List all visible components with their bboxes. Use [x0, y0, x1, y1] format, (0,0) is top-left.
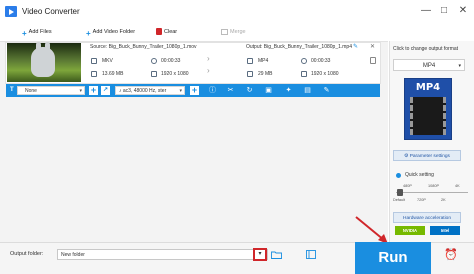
hardware-acceleration-button[interactable]: Hardware acceleration: [393, 212, 461, 223]
output-format-value: MP4: [422, 63, 436, 69]
subtitle-value: None: [25, 88, 37, 94]
output-filename: Output: Big_Buck_Bunny_Trailer_1080p_1.m…: [246, 44, 352, 50]
output-folder-dropdown[interactable]: ▾: [253, 248, 267, 261]
format-hint: Click to change output format: [393, 46, 459, 52]
minimize-icon[interactable]: —: [418, 4, 434, 18]
output-resolution: 1920 x 1080: [311, 71, 339, 77]
output-format: MP4: [258, 58, 269, 64]
rename-icon[interactable]: ✎: [353, 43, 358, 50]
tick-label: 1080P: [428, 184, 439, 188]
watermark-icon[interactable]: ▤: [303, 86, 312, 95]
app-logo-icon: [5, 6, 17, 17]
format-icon: [91, 58, 97, 64]
tick-label: 4K: [455, 184, 460, 188]
quality-slider[interactable]: [396, 192, 468, 194]
source-resolution: 1920 x 1080: [161, 71, 189, 77]
tick-label: 720P: [417, 198, 426, 202]
film-icon: [410, 97, 446, 135]
add-video-folder-button[interactable]: + Add Video Folder: [86, 27, 135, 38]
add-icon: +: [22, 29, 27, 39]
output-folder-value: New folder: [61, 252, 85, 258]
quick-setting-icon: [396, 173, 401, 178]
output-duration: 00:00:33: [311, 58, 331, 64]
output-folder-label: Output folder:: [10, 251, 44, 257]
subtitle-dropdown[interactable]: None ▾: [17, 86, 85, 95]
clear-button[interactable]: Clear: [156, 27, 177, 38]
clock-icon: [151, 58, 157, 64]
add-icon: +: [86, 29, 91, 39]
add-files-button[interactable]: + Add Files: [22, 27, 52, 38]
add-files-label: Add Files: [28, 29, 52, 35]
tick-label: Default: [393, 198, 406, 202]
source-filename: Source: Big_Buck_Bunny_Trailer_1080p_1.m…: [90, 44, 197, 50]
edit-icon[interactable]: ✎: [322, 86, 331, 95]
quality-slider-handle[interactable]: [397, 189, 403, 196]
tick-label: 2K: [441, 198, 446, 202]
info-icon[interactable]: ⓘ: [208, 86, 217, 95]
output-size: 29 MB: [258, 71, 273, 77]
format-icon: [247, 58, 253, 64]
add-subtitle-button[interactable]: +: [89, 86, 98, 95]
merge-icon: [221, 28, 228, 35]
resolution-icon: [301, 71, 307, 77]
hardware-acceleration-label: Hardware acceleration: [403, 216, 451, 221]
trash-icon: [156, 28, 162, 36]
source-format: MKV: [102, 58, 113, 64]
chevron-down-icon: ▾: [179, 88, 182, 94]
output-format-selector[interactable]: MP4 ▾: [393, 59, 465, 71]
tick-label: 480P: [403, 184, 412, 188]
merge-button[interactable]: Merge: [221, 27, 246, 38]
chevron-down-icon: ▾: [258, 251, 262, 257]
resolution-icon: [151, 71, 157, 77]
close-icon[interactable]: ✕: [455, 4, 471, 18]
export-subtitle-icon[interactable]: ↗: [101, 86, 110, 95]
alarm-clock-icon[interactable]: ⏰: [444, 248, 458, 262]
source-duration: 00:00:33: [161, 58, 181, 64]
run-button[interactable]: Run: [355, 242, 431, 274]
effects-icon[interactable]: ✦: [284, 86, 293, 95]
audio-track-dropdown[interactable]: ♪ ac3, 48000 Hz, ster ▾: [115, 86, 185, 95]
maximize-icon[interactable]: □: [436, 4, 452, 18]
chevron-down-icon: ▾: [458, 63, 461, 69]
source-size: 13.69 MB: [102, 71, 124, 77]
preview-icon[interactable]: [306, 250, 316, 259]
merge-label: Merge: [230, 29, 246, 35]
size-icon: [247, 71, 253, 77]
nvidia-badge: NVIDIA: [395, 226, 425, 235]
rotate-icon[interactable]: ↻: [245, 86, 254, 95]
quick-setting-label: Quick setting: [405, 172, 434, 178]
folder-icon[interactable]: [271, 251, 282, 259]
size-icon: [91, 71, 97, 77]
clock-icon: [301, 58, 307, 64]
settings-icon[interactable]: [370, 57, 376, 64]
audio-icon: ♪: [119, 88, 122, 94]
add-audio-button[interactable]: +: [190, 86, 199, 95]
trim-icon[interactable]: ▣: [264, 86, 273, 95]
thumbnail-graphic: [31, 47, 55, 77]
intel-badge: Intel: [430, 226, 460, 235]
add-video-folder-label: Add Video Folder: [92, 29, 136, 35]
audio-track-value: ac3, 48000 Hz, ster: [122, 88, 167, 94]
close-task-icon[interactable]: ✕: [370, 43, 375, 50]
crop-icon[interactable]: ✂: [226, 86, 235, 95]
convert-arrow-icon: ›: [207, 54, 210, 63]
chevron-down-icon: ▾: [79, 88, 82, 94]
parameter-settings-button[interactable]: ⚙ Parameter settings: [393, 150, 461, 161]
convert-arrow-icon: ›: [207, 66, 210, 75]
parameter-settings-label: Parameter settings: [409, 154, 450, 159]
output-folder-field[interactable]: New folder: [57, 249, 268, 260]
format-thumbnail-label: MP4: [415, 82, 441, 93]
clear-label: Clear: [164, 29, 178, 35]
subtitle-icon: T: [10, 87, 14, 93]
window-title: Video Converter: [22, 7, 80, 16]
